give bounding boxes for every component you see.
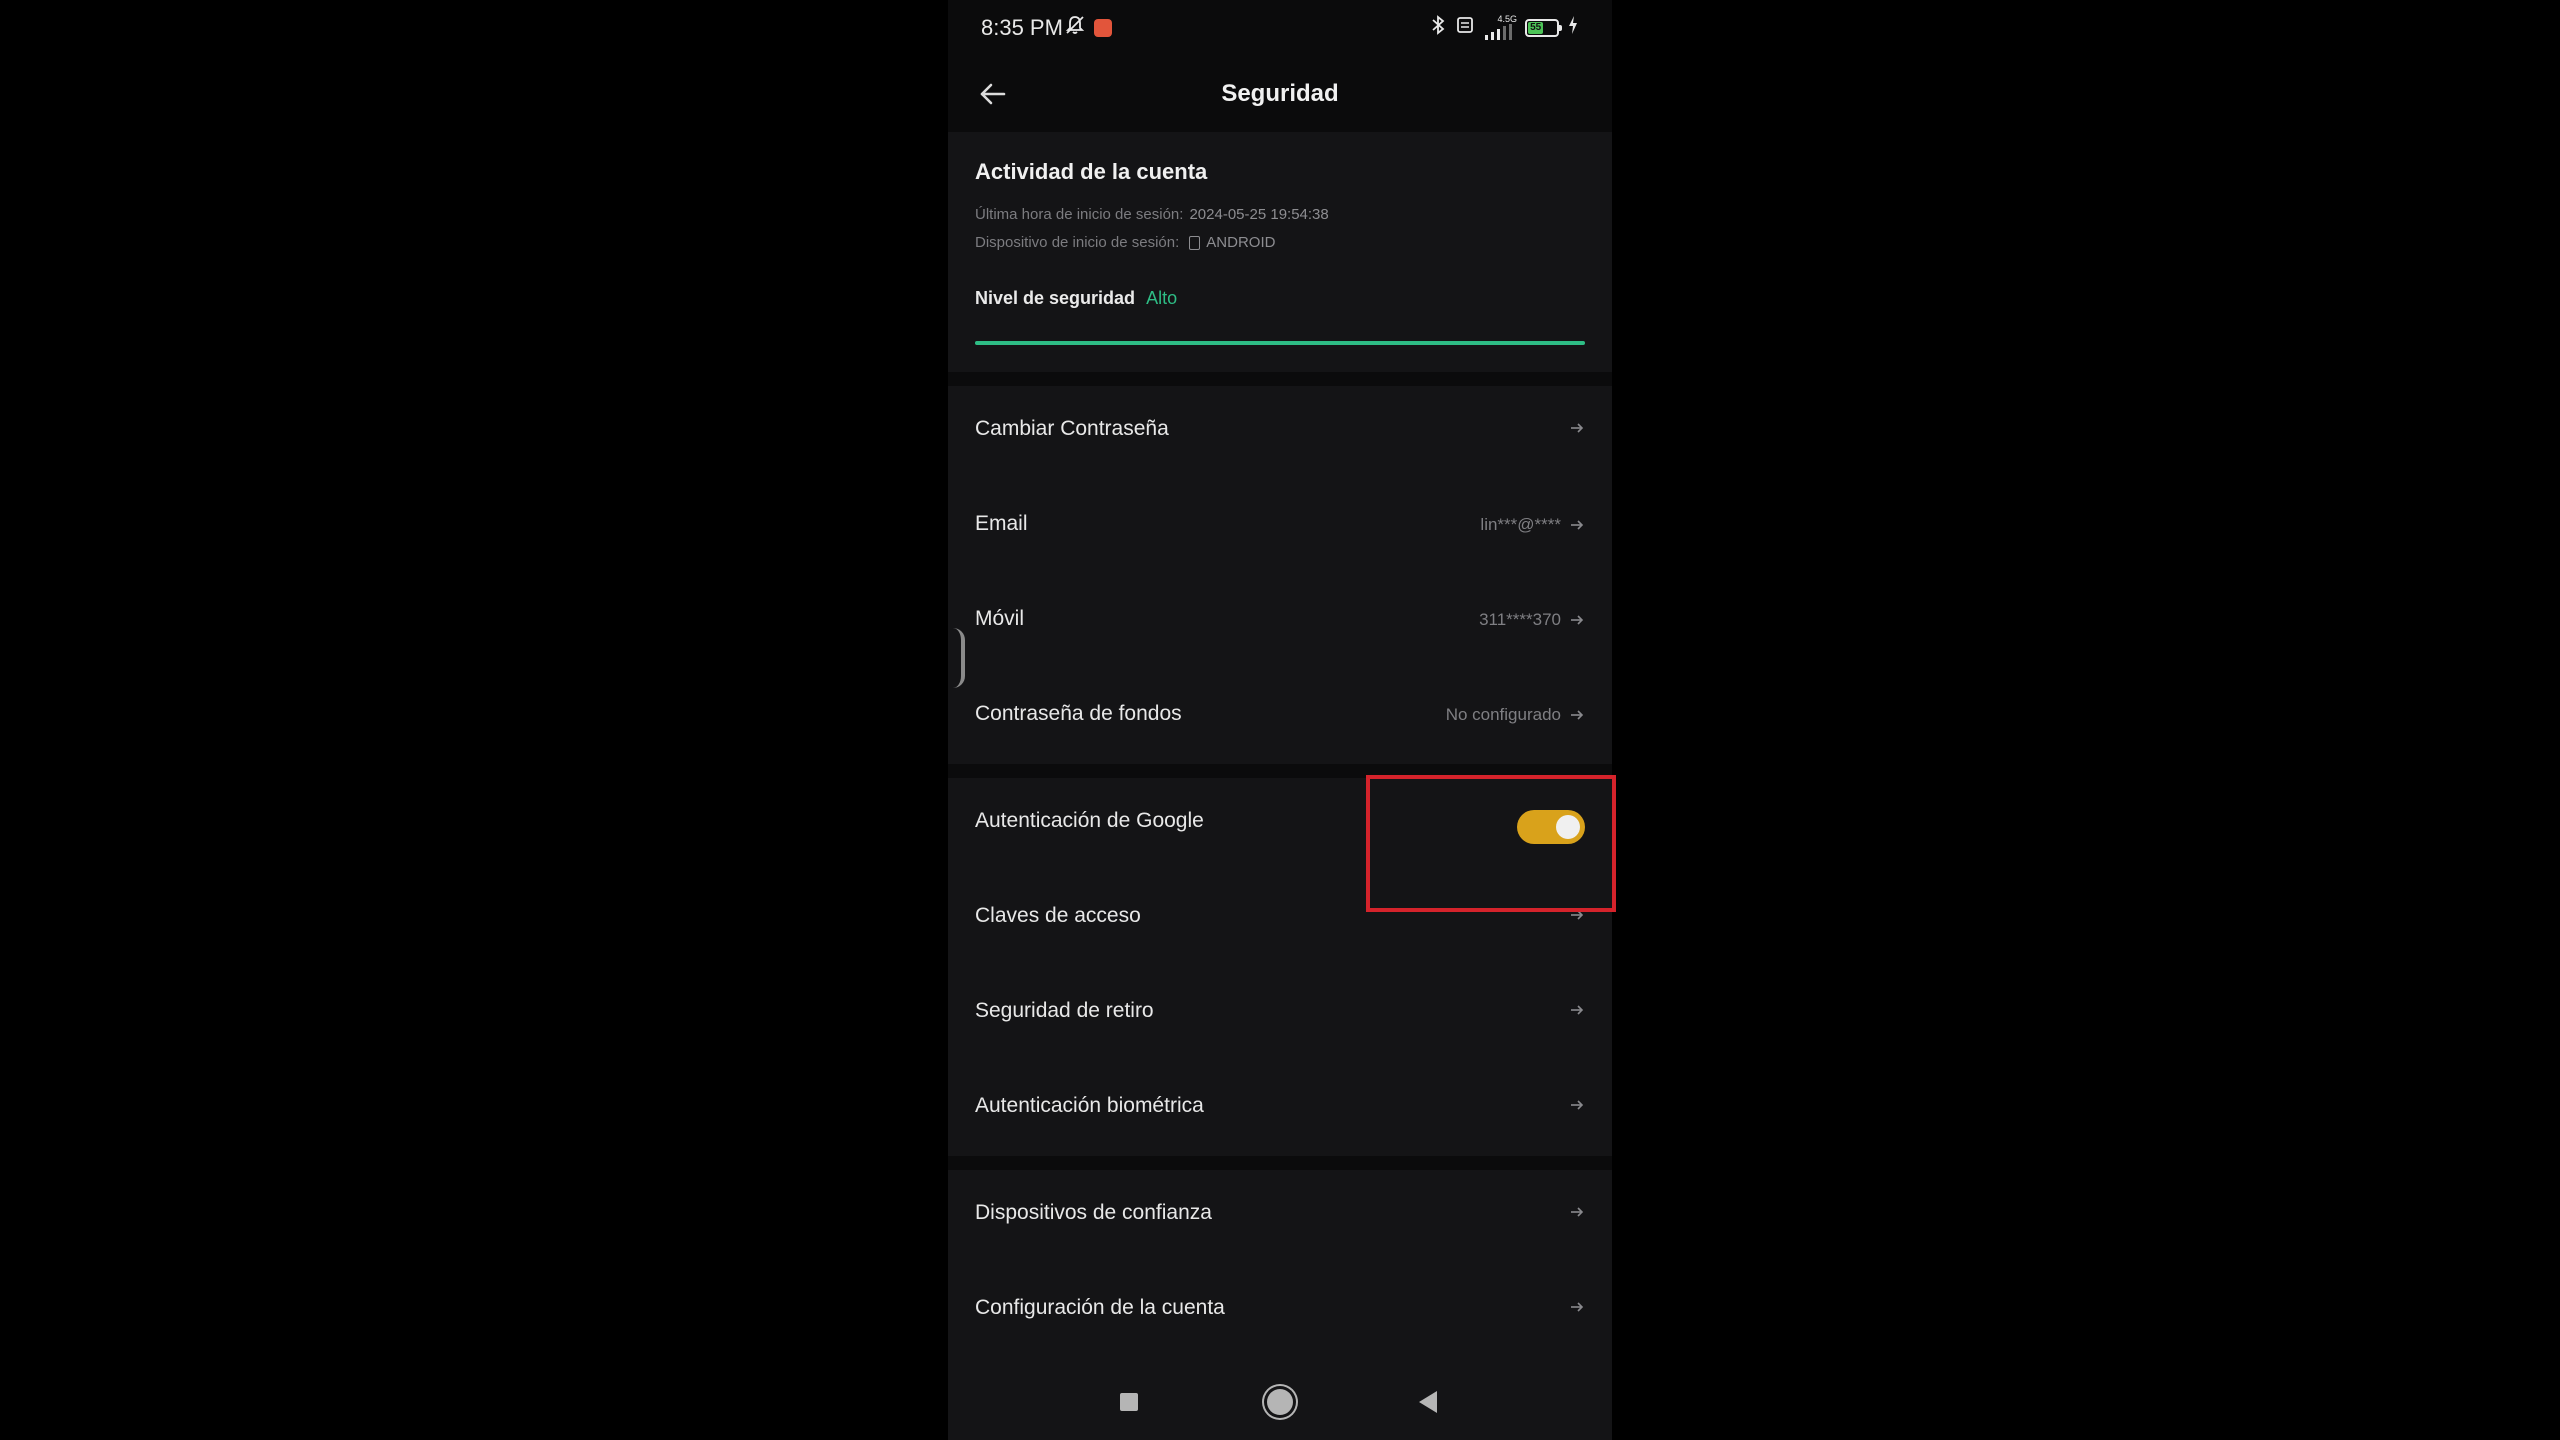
google-auth-toggle[interactable] (1517, 810, 1585, 844)
row-biometric-auth[interactable]: Autenticación biométrica (948, 1063, 1612, 1157)
row-value: 311****370 (1479, 610, 1561, 629)
arrow-right-icon (1571, 1302, 1584, 1312)
network-type-label: 4.5G (1497, 14, 1517, 24)
recents-button[interactable] (1109, 1382, 1149, 1422)
row-right (1561, 420, 1585, 436)
row-right: lin***@**** (1480, 515, 1585, 535)
signal-icon: 4.5G (1483, 15, 1517, 40)
system-nav-bar (948, 1360, 1612, 1440)
recents-square-icon (1120, 1393, 1138, 1411)
last-login-value: 2024-05-25 19:54:38 (1189, 206, 1329, 223)
row-label: Configuración de la cuenta (975, 1296, 1225, 1319)
home-button[interactable] (1260, 1382, 1300, 1422)
account-activity-title: Actividad de la cuenta (975, 159, 1208, 184)
account-activity-section: Actividad de la cuenta Última hora de in… (948, 132, 1612, 372)
row-label: Autenticación de Google (975, 809, 1204, 832)
row-right (1569, 1299, 1585, 1315)
login-device-value: ANDROID (1206, 234, 1276, 251)
back-gesture-indicator (953, 628, 965, 688)
row-label: Email (975, 512, 1028, 535)
row-value: No configurado (1445, 705, 1561, 724)
row-right (1569, 1097, 1585, 1113)
row-label: Contraseña de fondos (975, 702, 1182, 725)
authentication-section: Autenticación de Google Claves de acceso… (948, 778, 1612, 1156)
mute-bell-icon (1064, 14, 1086, 41)
phone-screen: 8:35 PM 4.5G 55 Seguridad Actividad de l… (948, 0, 1612, 1440)
page-title: Seguridad (1221, 80, 1339, 107)
recording-icon (1094, 18, 1112, 37)
status-time: 8:35 PM (981, 15, 1063, 40)
security-level-value: Alto (1146, 288, 1178, 308)
row-passkeys[interactable]: Claves de acceso (948, 873, 1612, 967)
bluetooth-icon (1429, 14, 1447, 41)
security-level-label: Nivel de seguridad (975, 288, 1136, 308)
phone-device-icon (1189, 235, 1201, 250)
devices-settings-section: Dispositivos de confianza Configuración … (948, 1170, 1612, 1360)
security-level-bar-fill (975, 341, 1585, 345)
row-label: Móvil (975, 607, 1025, 630)
row-google-auth: Autenticación de Google (948, 778, 1612, 872)
row-email[interactable]: Email lin***@**** (948, 481, 1612, 575)
arrow-right-icon (1571, 1100, 1584, 1110)
arrow-right-icon (1571, 615, 1584, 625)
row-label: Dispositivos de confianza (975, 1201, 1212, 1224)
row-trusted-devices[interactable]: Dispositivos de confianza (948, 1170, 1612, 1264)
row-label: Claves de acceso (975, 904, 1141, 927)
row-label: Seguridad de retiro (975, 999, 1154, 1022)
login-device-line: Dispositivo de inicio de sesión: ANDROID (975, 234, 1275, 251)
arrow-right-icon (1571, 910, 1584, 920)
vibrate-icon (1455, 15, 1475, 40)
row-right (1569, 907, 1585, 923)
row-label: Cambiar Contraseña (975, 417, 1169, 440)
last-login-line: Última hora de inicio de sesión: 2024-05… (975, 206, 1329, 223)
system-back-button[interactable] (1408, 1382, 1448, 1422)
status-right-icons: 4.5G 55 (1429, 14, 1579, 41)
row-label: Autenticación biométrica (975, 1094, 1204, 1117)
status-bar: 8:35 PM 4.5G 55 (948, 0, 1612, 56)
status-left-icons (1064, 14, 1112, 41)
battery-level: 55 (1528, 21, 1544, 34)
arrow-right-icon (1571, 423, 1584, 433)
arrow-right-icon (1571, 1005, 1584, 1015)
row-withdrawal-security[interactable]: Seguridad de retiro (948, 968, 1612, 1062)
security-level: Nivel de seguridad Alto (975, 288, 1177, 309)
arrow-right-icon (1571, 710, 1584, 720)
arrow-right-icon (1571, 520, 1584, 530)
security-level-bar (975, 341, 1585, 345)
back-triangle-icon (1419, 1391, 1437, 1413)
row-account-settings[interactable]: Configuración de la cuenta (948, 1265, 1612, 1359)
row-right: No configurado (1446, 705, 1585, 725)
header: Seguridad (948, 56, 1612, 132)
row-funds-password[interactable]: Contraseña de fondos No configurado (948, 671, 1612, 765)
arrow-right-icon (1571, 1207, 1584, 1217)
charging-icon (1567, 15, 1579, 40)
account-credentials-section: Cambiar Contraseña Email lin***@**** Móv… (948, 386, 1612, 764)
row-change-password[interactable]: Cambiar Contraseña (948, 386, 1612, 480)
row-mobile[interactable]: Móvil 311****370 (948, 576, 1612, 670)
row-right (1569, 1204, 1585, 1220)
toggle-knob (1556, 815, 1580, 839)
row-value: lin***@**** (1480, 515, 1561, 534)
battery-icon: 55 (1525, 18, 1562, 37)
row-right (1569, 1002, 1585, 1018)
home-circle-icon (1267, 1389, 1293, 1415)
last-login-label: Última hora de inicio de sesión: (975, 206, 1184, 223)
row-right: 311****370 (1479, 610, 1585, 630)
login-device-label: Dispositivo de inicio de sesión: (975, 234, 1180, 251)
